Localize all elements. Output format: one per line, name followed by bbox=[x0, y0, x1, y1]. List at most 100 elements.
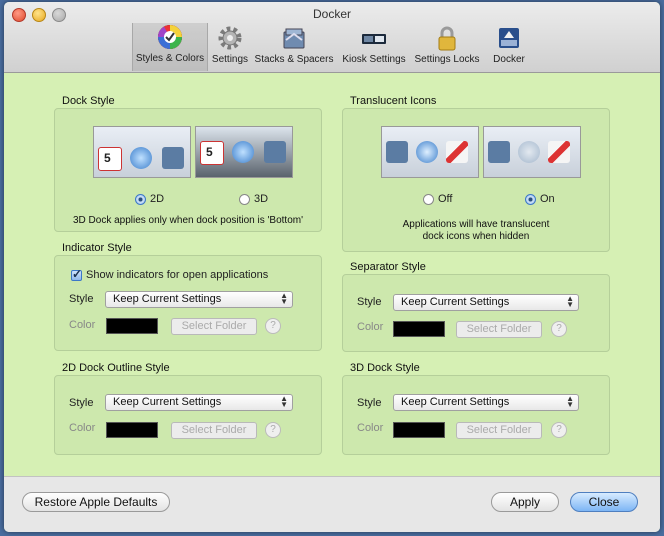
color-label: Color bbox=[69, 422, 96, 434]
tab-label: Kiosk Settings bbox=[342, 54, 406, 65]
select-folder-button[interactable]: Select Folder bbox=[456, 321, 542, 338]
radio-button[interactable] bbox=[239, 193, 250, 205]
pencil-icon bbox=[548, 141, 570, 163]
dock-style-heading: Dock Style bbox=[62, 95, 115, 107]
tab-label: Settings Locks bbox=[414, 54, 480, 65]
separator-color-swatch[interactable] bbox=[393, 321, 445, 337]
tab-label: Settings bbox=[211, 54, 249, 65]
dock-2d-radio[interactable]: 2D bbox=[135, 193, 164, 205]
outline-style-group: Style Keep Current Settings ▲ ▼ Color Sel… bbox=[54, 375, 322, 455]
close-button[interactable]: Close bbox=[570, 492, 638, 512]
kiosk-icon bbox=[360, 24, 388, 52]
toolbar: Docker Styles & Colors Settings Stacks &… bbox=[4, 2, 660, 73]
translucent-off-radio[interactable]: Off bbox=[423, 193, 452, 205]
style-label: Style bbox=[69, 293, 94, 305]
safari-icon bbox=[130, 147, 152, 169]
itunes-icon bbox=[416, 141, 438, 163]
checkbox-label: Show indicators for open applications bbox=[86, 269, 269, 281]
help-button[interactable]: ? bbox=[551, 422, 567, 438]
window-title: Docker bbox=[312, 7, 351, 21]
translucent-on-preview[interactable] bbox=[483, 126, 581, 178]
select-folder-button[interactable]: Select Folder bbox=[171, 422, 257, 439]
outline-color-swatch[interactable] bbox=[106, 422, 158, 438]
mail-icon bbox=[386, 141, 408, 163]
updown-arrows-icon: ▲ ▼ bbox=[566, 294, 574, 309]
radio-button[interactable] bbox=[135, 193, 146, 205]
tab-settings-locks[interactable]: Settings Locks bbox=[412, 24, 482, 70]
dock-3d-preview[interactable]: 5 bbox=[195, 126, 293, 178]
pencil-icon bbox=[446, 141, 468, 163]
dock3d-style-select[interactable]: Keep Current Settings ▲ ▼ bbox=[393, 394, 579, 411]
indicator-style-heading: Indicator Style bbox=[62, 242, 132, 254]
style-label: Style bbox=[357, 397, 382, 409]
radio-button[interactable] bbox=[525, 193, 536, 205]
radio-label: Off bbox=[438, 193, 453, 205]
color-label: Color bbox=[357, 321, 384, 333]
safari-icon bbox=[232, 141, 254, 163]
dock3d-color-swatch[interactable] bbox=[393, 422, 445, 438]
radio-label: 3D bbox=[254, 193, 269, 205]
radio-label: On bbox=[540, 193, 555, 205]
select-value: Keep Current Settings bbox=[401, 396, 510, 408]
mail-icon bbox=[264, 141, 286, 163]
show-indicators-checkbox[interactable]: Show indicators for open applications bbox=[71, 267, 269, 281]
calendar-icon: 5 bbox=[200, 141, 224, 165]
dock-3d-radio[interactable]: 3D bbox=[239, 193, 268, 205]
tab-stacks-spacers[interactable]: Stacks & Spacers bbox=[254, 24, 334, 70]
updown-arrows-icon: ▲ ▼ bbox=[566, 394, 574, 409]
padlock-icon bbox=[433, 24, 461, 52]
translucent-icons-heading: Translucent Icons bbox=[350, 95, 437, 107]
docker-window: Docker Styles & Colors Settings Stacks &… bbox=[4, 2, 660, 532]
tab-settings[interactable]: Settings bbox=[210, 24, 250, 70]
separator-style-select[interactable]: Keep Current Settings ▲ ▼ bbox=[393, 294, 579, 311]
dock3d-style-group: Style Keep Current Settings ▲ ▼ Color Sel… bbox=[342, 375, 610, 455]
dock-2d-preview[interactable]: 5 bbox=[93, 126, 191, 178]
tab-label: Styles & Colors bbox=[135, 53, 205, 64]
style-label: Style bbox=[357, 296, 382, 308]
select-value: Keep Current Settings bbox=[113, 293, 222, 305]
dock-style-note: 3D Dock applies only when dock position … bbox=[72, 215, 304, 226]
translucent-icons-group: Off On Applications will have translucen… bbox=[342, 108, 610, 252]
help-button[interactable]: ? bbox=[265, 422, 281, 438]
tab-styles-colors[interactable]: Styles & Colors bbox=[132, 23, 208, 71]
updown-arrows-icon: ▲ ▼ bbox=[280, 394, 288, 409]
gear-icon bbox=[216, 24, 244, 52]
translucent-note-line1: Applications will have translucent bbox=[402, 219, 550, 230]
tab-label: Stacks & Spacers bbox=[254, 54, 334, 65]
style-label: Style bbox=[69, 397, 94, 409]
footer-bar: Restore Apple Defaults Apply Close bbox=[4, 476, 660, 532]
color-label: Color bbox=[357, 422, 384, 434]
mail-icon bbox=[488, 141, 510, 163]
apply-button[interactable]: Apply bbox=[491, 492, 559, 512]
updown-arrows-icon: ▲ ▼ bbox=[280, 291, 288, 306]
tab-label: Docker bbox=[493, 54, 525, 65]
itunes-icon bbox=[518, 141, 540, 163]
dock3d-style-heading: 3D Dock Style bbox=[350, 362, 420, 374]
select-folder-button[interactable]: Select Folder bbox=[171, 318, 257, 335]
outline-style-heading: 2D Dock Outline Style bbox=[62, 362, 170, 374]
radio-button[interactable] bbox=[423, 193, 434, 205]
tab-docker[interactable]: Docker bbox=[488, 24, 530, 70]
radio-label: 2D bbox=[150, 193, 165, 205]
separator-style-group: Style Keep Current Settings ▲ ▼ Color Sel… bbox=[342, 274, 610, 352]
restore-defaults-button[interactable]: Restore Apple Defaults bbox=[22, 492, 170, 512]
help-button[interactable]: ? bbox=[265, 318, 281, 334]
select-folder-button[interactable]: Select Folder bbox=[456, 422, 542, 439]
help-button[interactable]: ? bbox=[551, 321, 567, 337]
translucent-note-line2: dock icons when hidden bbox=[422, 231, 530, 242]
dock-style-group: 5 5 2D 3D 3D Dock applies only when dock… bbox=[54, 108, 322, 232]
color-wheel-icon bbox=[156, 23, 184, 51]
checkbox[interactable] bbox=[71, 267, 82, 281]
indicator-color-swatch[interactable] bbox=[106, 318, 158, 334]
separator-style-heading: Separator Style bbox=[350, 261, 426, 273]
translucent-on-radio[interactable]: On bbox=[525, 193, 555, 205]
indicator-style-group: Show indicators for open applications St… bbox=[54, 255, 322, 351]
indicator-style-select[interactable]: Keep Current Settings ▲ ▼ bbox=[105, 291, 293, 308]
stack-icon bbox=[280, 24, 308, 52]
select-value: Keep Current Settings bbox=[113, 396, 222, 408]
tab-kiosk-settings[interactable]: Kiosk Settings bbox=[338, 24, 410, 70]
outline-style-select[interactable]: Keep Current Settings ▲ ▼ bbox=[105, 394, 293, 411]
translucent-off-preview[interactable] bbox=[381, 126, 479, 178]
calendar-icon: 5 bbox=[98, 147, 122, 171]
color-label: Color bbox=[69, 319, 96, 331]
